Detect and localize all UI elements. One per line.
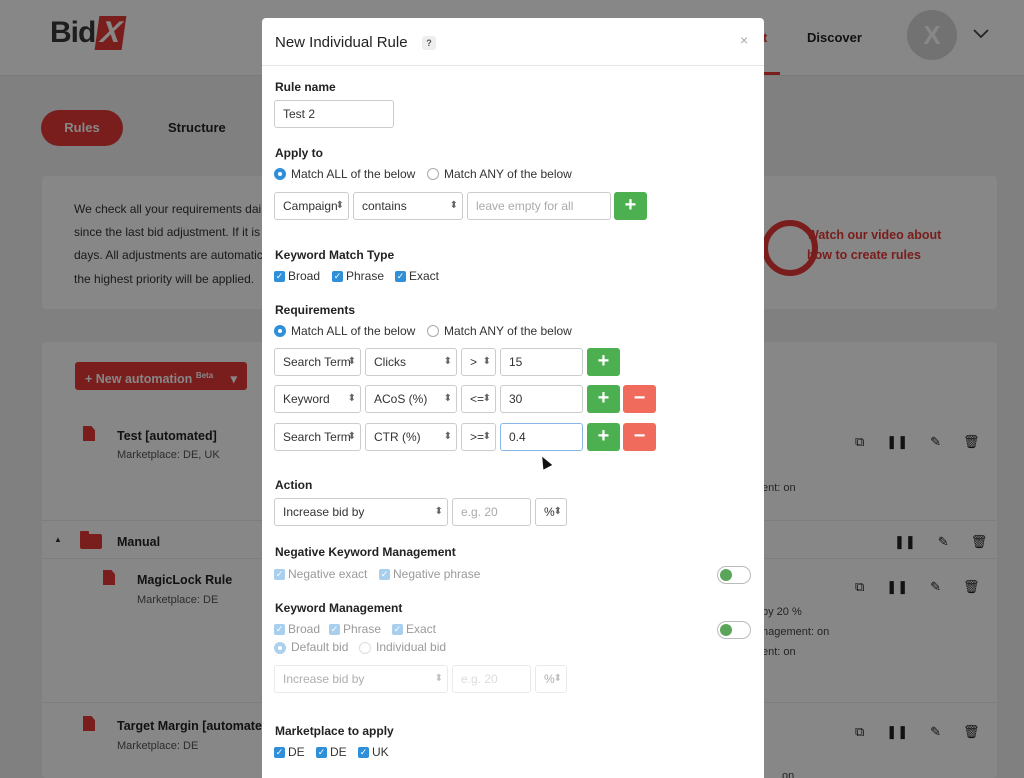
req-operator-select[interactable]: > [461, 348, 496, 376]
req-metric-select[interactable]: Clicks [365, 348, 457, 376]
apply-match-any-radio[interactable] [427, 168, 439, 180]
kmt-phrase-label: Phrase [346, 269, 385, 283]
req-match-all-radio[interactable] [274, 325, 286, 337]
req-match-any-radio[interactable] [427, 325, 439, 337]
apply-value-input[interactable]: leave empty for all [467, 192, 611, 220]
rule-name-input[interactable]: Test 2 [274, 100, 394, 128]
marketplace-label-item: DE [330, 745, 347, 759]
keyword-management-label: Keyword Management [275, 601, 403, 615]
action-type-select[interactable]: Increase bid by [274, 498, 448, 526]
apply-match-all-label: Match ALL of the below [291, 167, 416, 181]
marketplace-label: Marketplace to apply [275, 724, 394, 738]
km-broad-checkbox[interactable]: ✓ [274, 624, 285, 635]
req-operator-select[interactable]: >= [461, 423, 496, 451]
negative-keyword-toggle[interactable] [717, 566, 751, 584]
default-bid-radio[interactable] [274, 642, 286, 654]
req-match-any-label: Match ANY of the below [444, 324, 572, 338]
new-rule-modal: New Individual Rule ? × Rule name Test 2… [262, 18, 764, 778]
close-icon[interactable]: × [740, 32, 748, 48]
apply-field-select[interactable]: Campaign [274, 192, 349, 220]
marketplace-label-item: UK [372, 745, 389, 759]
km-phrase-checkbox[interactable]: ✓ [329, 624, 340, 635]
negative-phrase-checkbox[interactable]: ✓ [379, 569, 390, 580]
km-action-amount-input[interactable]: e.g. 20 [452, 665, 531, 693]
add-requirement-button[interactable]: + [587, 348, 620, 376]
km-action-type-select[interactable]: Increase bid by [274, 665, 448, 693]
default-bid-label: Default bid [291, 640, 349, 654]
req-target-select[interactable]: Search Term [274, 348, 361, 376]
kmt-broad-checkbox[interactable]: ✓ [274, 271, 285, 282]
marketplace-checkbox[interactable]: ✓ [358, 747, 369, 758]
action-amount-input[interactable]: e.g. 20 [452, 498, 531, 526]
req-operator-select[interactable]: <= [461, 385, 496, 413]
kmt-exact-checkbox[interactable]: ✓ [395, 271, 406, 282]
modal-header: New Individual Rule ? × [262, 18, 764, 66]
kmt-exact-label: Exact [409, 269, 440, 283]
km-action-unit-select[interactable]: % [535, 665, 567, 693]
marketplace-checkbox[interactable]: ✓ [274, 747, 285, 758]
help-icon[interactable]: ? [422, 36, 436, 50]
keyword-management-toggle[interactable] [717, 621, 751, 639]
km-broad-label: Broad [288, 622, 321, 636]
req-match-all-label: Match ALL of the below [291, 324, 416, 338]
kmt-broad-label: Broad [288, 269, 321, 283]
req-target-select[interactable]: Keyword [274, 385, 361, 413]
req-value-input[interactable]: 30 [500, 385, 583, 413]
negative-keyword-management-label: Negative Keyword Management [275, 545, 456, 559]
individual-bid-label: Individual bid [376, 640, 447, 654]
marketplace-checkbox[interactable]: ✓ [316, 747, 327, 758]
remove-requirement-button[interactable]: − [623, 423, 656, 451]
individual-bid-radio[interactable] [359, 642, 371, 654]
negative-exact-checkbox[interactable]: ✓ [274, 569, 285, 580]
req-target-select[interactable]: Search Term [274, 423, 361, 451]
apply-to-label: Apply to [275, 146, 323, 160]
apply-match-any-label: Match ANY of the below [444, 167, 572, 181]
apply-match-all-radio[interactable] [274, 168, 286, 180]
add-requirement-button[interactable]: + [587, 423, 620, 451]
action-unit-select[interactable]: % [535, 498, 567, 526]
negative-phrase-label: Negative phrase [393, 567, 481, 581]
requirements-label: Requirements [275, 303, 356, 317]
marketplace-label-item: DE [288, 745, 305, 759]
km-exact-label: Exact [406, 622, 437, 636]
req-value-input[interactable]: 15 [500, 348, 583, 376]
modal-title: New Individual Rule [275, 34, 408, 51]
kmt-phrase-checkbox[interactable]: ✓ [332, 271, 343, 282]
req-metric-select[interactable]: ACoS (%) [365, 385, 457, 413]
add-requirement-button[interactable]: + [587, 385, 620, 413]
km-exact-checkbox[interactable]: ✓ [392, 624, 403, 635]
req-metric-select[interactable]: CTR (%) [365, 423, 457, 451]
remove-requirement-button[interactable]: − [623, 385, 656, 413]
req-value-input[interactable]: 0.4 [500, 423, 583, 451]
action-label: Action [275, 478, 313, 492]
km-phrase-label: Phrase [343, 622, 382, 636]
add-apply-filter-button[interactable]: + [614, 192, 647, 220]
negative-exact-label: Negative exact [288, 567, 368, 581]
rule-name-label: Rule name [275, 80, 336, 94]
keyword-match-type-label: Keyword Match Type [275, 248, 395, 262]
apply-operator-select[interactable]: contains [353, 192, 463, 220]
